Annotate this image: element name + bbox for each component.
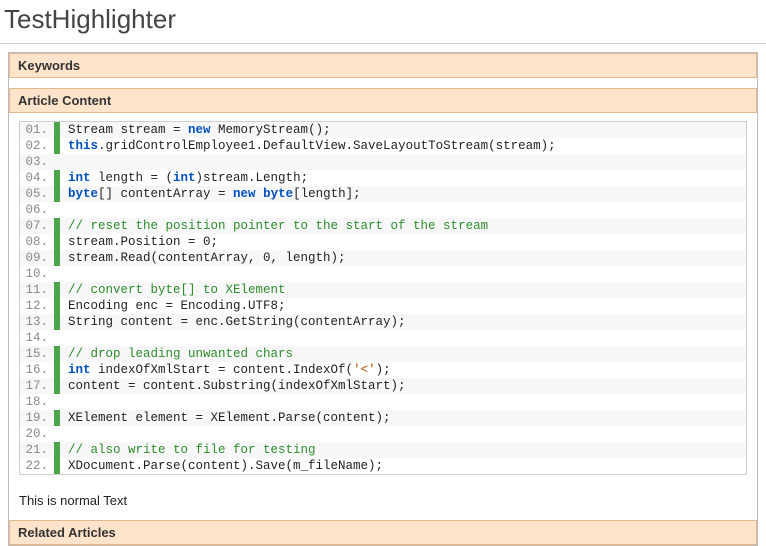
line-number: 15. — [20, 346, 54, 362]
code-line: 21. // also write to file for testing — [20, 442, 746, 458]
code-text: byte[] contentArray = new byte[length]; — [60, 186, 369, 202]
code-text: Stream stream = new MemoryStream(); — [60, 122, 339, 138]
code-text: // reset the position pointer to the sta… — [60, 218, 496, 234]
code-text: stream.Position = 0; — [60, 234, 226, 250]
code-text — [60, 394, 84, 410]
code-line: 13. String content = enc.GetString(conten… — [20, 314, 746, 330]
code-text — [60, 202, 84, 218]
section-related-articles-header: Related Articles — [9, 520, 757, 545]
code-line: 11. // convert byte[] to XElement — [20, 282, 746, 298]
code-line: 06. — [20, 202, 746, 218]
line-number: 02. — [20, 138, 54, 154]
line-number: 09. — [20, 250, 54, 266]
code-text — [60, 266, 84, 282]
code-line: 12. Encoding enc = Encoding.UTF8; — [20, 298, 746, 314]
code-text: // also write to file for testing — [60, 442, 324, 458]
line-number: 16. — [20, 362, 54, 378]
code-text: int length = (int)stream.Length; — [60, 170, 316, 186]
code-line: 01. Stream stream = new MemoryStream(); — [20, 122, 746, 138]
code-text — [60, 330, 84, 346]
code-text — [60, 426, 84, 442]
code-text: content = content.Substring(indexOfXmlSt… — [60, 378, 414, 394]
code-text: // drop leading unwanted chars — [60, 346, 301, 362]
line-number: 11. — [20, 282, 54, 298]
line-number: 21. — [20, 442, 54, 458]
code-line: 20. — [20, 426, 746, 442]
code-line: 04. int length = (int)stream.Length; — [20, 170, 746, 186]
code-text: this.gridControlEmployee1.DefaultView.Sa… — [60, 138, 564, 154]
section-article-content-header: Article Content — [9, 88, 757, 113]
code-line: 02. this.gridControlEmployee1.DefaultView… — [20, 138, 746, 154]
line-number: 12. — [20, 298, 54, 314]
code-line: 14. — [20, 330, 746, 346]
normal-text: This is normal Text — [9, 483, 757, 520]
line-number: 20. — [20, 426, 54, 442]
code-line: 22. XDocument.Parse(content).Save(m_fileN… — [20, 458, 746, 474]
code-text: Encoding enc = Encoding.UTF8; — [60, 298, 294, 314]
code-text: // convert byte[] to XElement — [60, 282, 294, 298]
code-line: 09. stream.Read(contentArray, 0, length); — [20, 250, 746, 266]
code-block: 01.Stream stream = new MemoryStream();02… — [19, 121, 747, 475]
code-line: 05. byte[] contentArray = new byte[length… — [20, 186, 746, 202]
code-line: 10. — [20, 266, 746, 282]
line-number: 07. — [20, 218, 54, 234]
code-text: XElement element = XElement.Parse(conten… — [60, 410, 399, 426]
code-text — [60, 154, 84, 170]
code-line: 08. stream.Position = 0; — [20, 234, 746, 250]
line-number: 05. — [20, 186, 54, 202]
code-line: 18. — [20, 394, 746, 410]
line-number: 03. — [20, 154, 54, 170]
code-text: int indexOfXmlStart = content.IndexOf('<… — [60, 362, 399, 378]
line-number: 10. — [20, 266, 54, 282]
code-line: 07. // reset the position pointer to the … — [20, 218, 746, 234]
code-text: XDocument.Parse(content).Save(m_fileName… — [60, 458, 391, 474]
code-line: 17. content = content.Substring(indexOfXm… — [20, 378, 746, 394]
line-number: 18. — [20, 394, 54, 410]
line-number: 04. — [20, 170, 54, 186]
line-number: 14. — [20, 330, 54, 346]
line-number: 08. — [20, 234, 54, 250]
line-number: 19. — [20, 410, 54, 426]
code-line: 19. XElement element = XElement.Parse(con… — [20, 410, 746, 426]
line-number: 01. — [20, 122, 54, 138]
line-number: 17. — [20, 378, 54, 394]
code-text: String content = enc.GetString(contentAr… — [60, 314, 414, 330]
article-content-body: 01.Stream stream = new MemoryStream();02… — [9, 113, 757, 483]
code-line: 15. // drop leading unwanted chars — [20, 346, 746, 362]
page-title: TestHighlighter — [0, 0, 766, 44]
code-text: stream.Read(contentArray, 0, length); — [60, 250, 354, 266]
line-number: 22. — [20, 458, 54, 474]
line-number: 06. — [20, 202, 54, 218]
code-line: 03. — [20, 154, 746, 170]
content-frame: Keywords Article Content 01. Stream strea… — [8, 52, 758, 546]
section-keywords-header: Keywords — [9, 53, 757, 78]
line-number: 13. — [20, 314, 54, 330]
code-line: 16. int indexOfXmlStart = content.IndexOf… — [20, 362, 746, 378]
